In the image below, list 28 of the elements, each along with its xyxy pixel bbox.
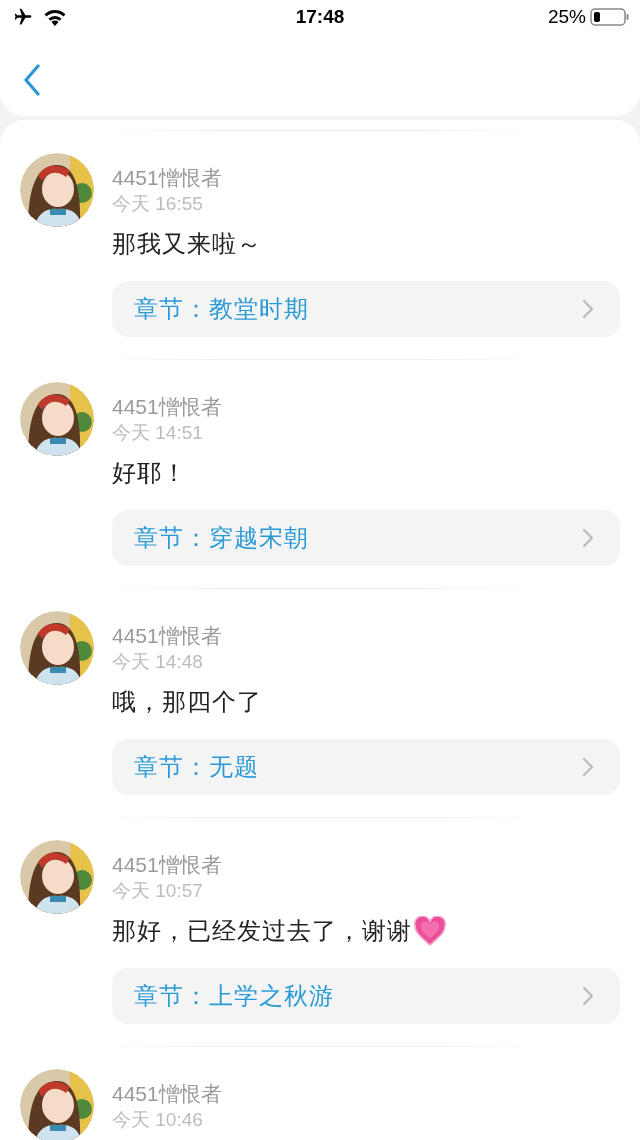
wifi-icon bbox=[42, 7, 68, 27]
comment-text: 哦，那四个了 bbox=[112, 687, 262, 717]
back-button[interactable] bbox=[22, 64, 42, 96]
clock-time: 17:48 bbox=[295, 4, 345, 29]
user-name: 4451憎恨者 bbox=[112, 852, 223, 878]
user-name: 4451憎恨者 bbox=[112, 623, 223, 649]
chapter-link[interactable]: 章节：上学之秋游 bbox=[112, 968, 620, 1024]
comment-time: 今天 10:57 bbox=[112, 879, 204, 903]
chevron-right-icon bbox=[582, 986, 594, 1006]
user-name: 4451憎恨者 bbox=[112, 394, 223, 420]
airplane-icon bbox=[12, 7, 34, 27]
comment-time: 今天 16:55 bbox=[112, 192, 204, 216]
comment-time: 今天 10:46 bbox=[112, 1108, 204, 1132]
chapter-link[interactable]: 章节：教堂时期 bbox=[112, 281, 620, 337]
chapter-link[interactable]: 章节：穿越宋朝 bbox=[112, 510, 620, 566]
comment-text: 好耶！ bbox=[112, 458, 187, 488]
battery-percent: 25% bbox=[547, 4, 586, 29]
user-name: 4451憎恨者 bbox=[112, 1081, 223, 1107]
chevron-right-icon bbox=[582, 299, 594, 319]
comment-text: 那我又来啦～ bbox=[112, 229, 262, 259]
comment-time: 今天 14:48 bbox=[112, 650, 204, 674]
chapter-link[interactable]: 章节：无题 bbox=[112, 739, 620, 795]
comment-time: 今天 14:51 bbox=[112, 421, 204, 445]
battery-icon bbox=[590, 7, 630, 27]
user-name: 4451憎恨者 bbox=[112, 165, 223, 191]
chevron-right-icon bbox=[582, 528, 594, 548]
chevron-right-icon bbox=[582, 757, 594, 777]
comment-text: 那好，已经发过去了，谢谢 bbox=[112, 916, 412, 946]
